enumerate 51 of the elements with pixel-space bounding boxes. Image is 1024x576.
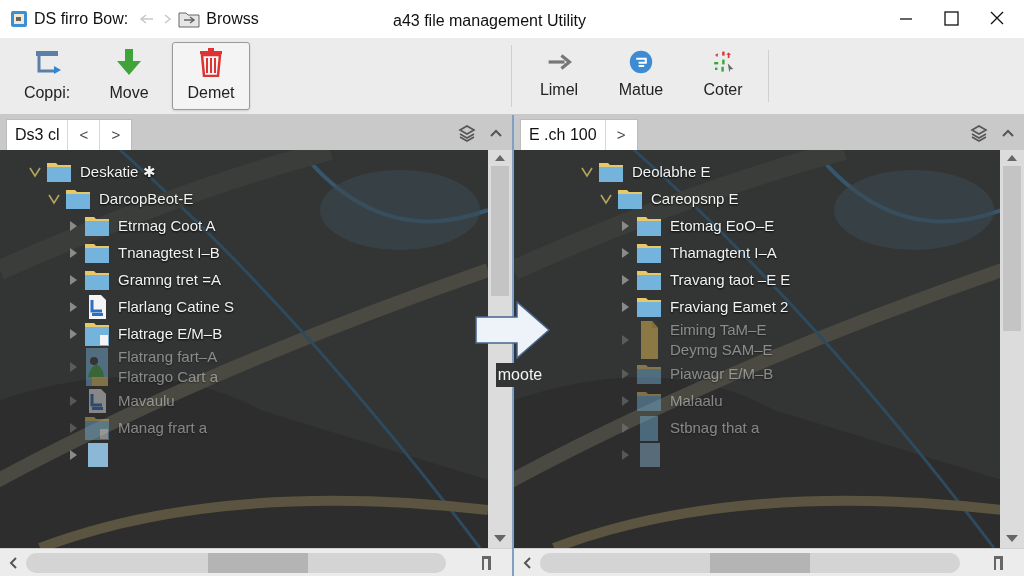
toolbar-button[interactable]: Matue <box>602 49 680 103</box>
tree-item-label[interactable]: Flatrage E/M–B <box>118 323 223 344</box>
tree-item-label[interactable]: Deolabhe E <box>632 161 711 182</box>
tree-item-label[interactable]: Flarlang Catine S <box>118 296 234 317</box>
scrollbar-thumb[interactable] <box>710 552 810 573</box>
collapse-icon[interactable] <box>490 127 502 138</box>
toolbar-button[interactable]: Coter <box>684 49 762 103</box>
page-icon[interactable] <box>992 554 1006 571</box>
tree-item-label[interactable]: Flatrang fart–A Flatrago Cart a <box>118 347 219 387</box>
transfer-label: moote <box>495 363 545 387</box>
folder-icon <box>636 389 662 412</box>
folder-icon <box>636 362 662 385</box>
location-label: Browss <box>206 9 259 29</box>
layers-icon[interactable] <box>458 123 476 142</box>
app-name: DS firro Bow: <box>34 9 129 29</box>
collapse-icon[interactable] <box>1002 127 1014 138</box>
app-icon <box>10 10 28 28</box>
layers-icon[interactable] <box>970 123 988 142</box>
toolbar-button[interactable]: Move <box>90 42 168 110</box>
scroll-left-icon[interactable] <box>8 555 18 570</box>
tree-item-label[interactable]: Gramng tret =A <box>118 269 221 290</box>
toolbar-button[interactable]: Limel <box>520 49 598 103</box>
tree-item-label[interactable]: Etomag EoO–E <box>670 215 775 236</box>
scrollbar-thumb[interactable] <box>491 166 509 296</box>
folder-icon <box>178 10 201 28</box>
tree-item-label[interactable]: Eiming TaM–E Deymg SAM–E <box>670 320 773 360</box>
tree-item-label[interactable]: Piawagr E/M–B <box>670 363 774 384</box>
scrollbar-thumb[interactable] <box>1003 166 1021 331</box>
right-arrow-icon[interactable] <box>475 301 551 359</box>
toolbar-button[interactable]: Demet <box>172 42 250 110</box>
scroll-left-icon[interactable] <box>522 555 532 570</box>
folder-document-icon <box>84 414 110 441</box>
tree-item-label[interactable]: Manag frart a <box>118 417 208 438</box>
pane-tab[interactable]: E .ch 100 <box>521 123 605 147</box>
down-arrow-icon <box>114 47 144 77</box>
scrollbar-thumb[interactable] <box>208 552 308 573</box>
tree-item-label[interactable]: Deskatie ✱ <box>80 161 156 182</box>
picture-file-icon <box>84 347 110 387</box>
tree-item-label[interactable]: Travang taot –E E <box>670 269 791 290</box>
tree-item-label[interactable]: Tnanagtest I–B <box>118 242 220 263</box>
tree-item-label[interactable]: Malaalu <box>670 390 723 411</box>
page-icon[interactable] <box>480 554 494 571</box>
toolbar-button[interactable]: Coppi: <box>8 42 86 110</box>
tree-item-label[interactable]: Etrmag Coot A <box>118 215 216 236</box>
tree-item-label[interactable]: Stbnag that a <box>670 417 760 438</box>
tree-item-label[interactable]: DarcopBeot-E <box>99 188 194 209</box>
tree-item-label[interactable]: Thamagtent I–A <box>670 242 777 263</box>
tree-item-label[interactable]: Careopsnp E <box>651 188 739 209</box>
pane-tab[interactable]: Ds3 cl <box>7 123 68 147</box>
window-title: a43 file management Utility <box>393 11 586 31</box>
tree-item-label[interactable]: Fraviang Eamet 2 <box>670 296 789 317</box>
